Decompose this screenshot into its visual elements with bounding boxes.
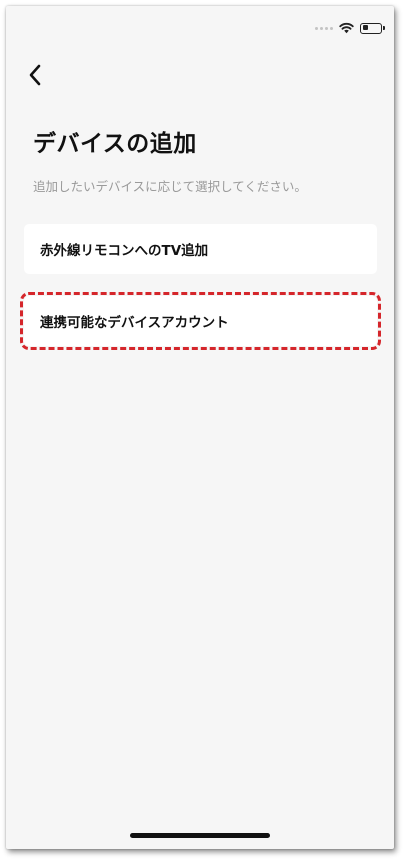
phone-screen: デバイスの追加 追加したいデバイスに応じて選択してください。 赤外線リモコンへの… xyxy=(6,6,394,849)
home-indicator xyxy=(130,833,270,838)
cellular-signal-icon xyxy=(315,26,333,30)
option-ir-remote-tv[interactable]: 赤外線リモコンへのTV追加 xyxy=(24,224,377,274)
battery-level-fill xyxy=(362,25,368,30)
back-button[interactable] xyxy=(20,58,50,92)
wifi-icon xyxy=(339,22,354,34)
page-subtitle: 追加したいデバイスに応じて選択してください。 xyxy=(33,179,307,194)
battery-icon xyxy=(360,22,385,34)
page-title: デバイスの追加 xyxy=(33,131,197,157)
option-linked-device-account[interactable]: 連携可能なデバイスアカウント xyxy=(24,296,377,346)
status-bar xyxy=(315,20,385,36)
screenshot-page: デバイスの追加 追加したいデバイスに応じて選択してください。 赤外線リモコンへの… xyxy=(0,0,408,861)
option-label: 連携可能なデバイスアカウント xyxy=(40,315,229,331)
option-label: 赤外線リモコンへのTV追加 xyxy=(40,243,209,259)
chevron-left-icon xyxy=(29,64,41,86)
